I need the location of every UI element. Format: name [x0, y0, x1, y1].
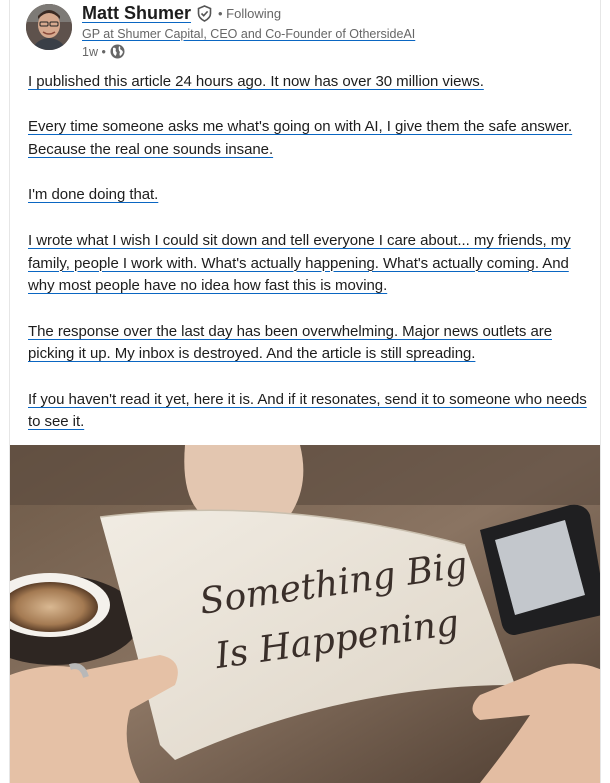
post-paragraph: Every time someone asks me what's going … — [28, 118, 573, 159]
post-meta: 1w • — [82, 44, 125, 59]
post-card: Matt Shumer • Following GP at Shumer Cap… — [9, 0, 601, 783]
post-paragraph: I wrote what I wish I could sit down and… — [28, 231, 571, 295]
post-paragraph: I published this article 24 hours ago. I… — [28, 73, 484, 90]
post-paragraph: The response over the last day has been … — [28, 322, 552, 363]
post-paragraph: I'm done doing that. — [28, 186, 159, 204]
post-timestamp: 1w • — [82, 44, 106, 59]
author-avatar[interactable] — [26, 4, 72, 50]
post-image[interactable]: Something Big Is Happening — [10, 445, 600, 783]
globe-icon — [110, 44, 125, 59]
author-name[interactable]: Matt Shumer — [82, 3, 191, 24]
following-status[interactable]: • Following — [218, 6, 281, 21]
author-headline[interactable]: GP at Shumer Capital, CEO and Co-Founder… — [82, 27, 415, 41]
author-name-row: Matt Shumer • Following — [82, 3, 281, 24]
post-paragraph: If you haven't read it yet, here it is. … — [28, 390, 587, 431]
verified-shield-icon — [196, 5, 213, 22]
post-text: I published this article 24 hours ago. I… — [28, 71, 588, 457]
